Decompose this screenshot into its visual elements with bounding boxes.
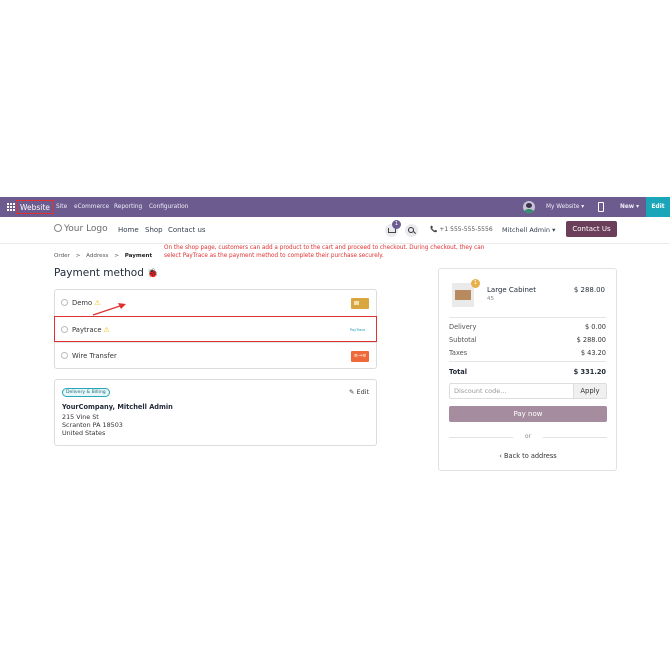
breadcrumb-order[interactable]: Order bbox=[54, 253, 70, 259]
contact-us-button[interactable]: Contact Us bbox=[566, 221, 617, 237]
nav-shop[interactable]: Shop bbox=[145, 226, 163, 234]
address-line: Scranton PA 18503 bbox=[62, 421, 123, 429]
product-image bbox=[452, 283, 474, 307]
my-website-dropdown[interactable]: My Website ▾ bbox=[546, 197, 584, 217]
summary-value: $ 0.00 bbox=[585, 323, 606, 331]
summary-label: Delivery bbox=[449, 323, 477, 331]
or-divider: or bbox=[449, 433, 607, 440]
breadcrumb-address[interactable]: Address bbox=[86, 253, 108, 259]
summary-label: Taxes bbox=[449, 349, 468, 357]
annotation-arrow bbox=[92, 303, 126, 316]
pay-now-button[interactable]: Pay now bbox=[449, 406, 607, 422]
menu-ecommerce[interactable]: eCommerce bbox=[74, 197, 109, 217]
wire-transfer-icon: ≡→≡ bbox=[351, 351, 369, 362]
radio-button[interactable] bbox=[61, 352, 68, 359]
discount-code-input[interactable]: Discount code... bbox=[449, 383, 574, 399]
bug-icon: 🐞 bbox=[147, 269, 159, 279]
search-icon[interactable] bbox=[405, 224, 418, 237]
menu-configuration[interactable]: Configuration bbox=[149, 197, 188, 217]
breadcrumb: Order > Address > Payment bbox=[54, 253, 152, 259]
product-code: 45 bbox=[487, 296, 494, 302]
site-logo[interactable]: Your Logo bbox=[54, 224, 108, 234]
nav-contact-us[interactable]: Contact us bbox=[168, 226, 206, 234]
menu-reporting[interactable]: Reporting bbox=[114, 197, 142, 217]
nav-home[interactable]: Home bbox=[118, 226, 139, 234]
highlight-box bbox=[54, 316, 377, 342]
summary-value: $ 43.20 bbox=[580, 349, 606, 357]
summary-label: Subtotal bbox=[449, 336, 477, 344]
breadcrumb-separator: > bbox=[75, 253, 81, 259]
order-summary: 1 Large Cabinet 45 $ 288.00 Delivery $ 0.… bbox=[438, 268, 617, 471]
admin-bar: Website Site eCommerce Reporting Configu… bbox=[0, 197, 670, 217]
user-dropdown[interactable]: Mitchell Admin ▾ bbox=[502, 226, 555, 234]
breadcrumb-separator: > bbox=[114, 253, 119, 259]
back-to-address-link[interactable]: ‹ Back to address bbox=[449, 452, 607, 460]
menu-site[interactable]: Site bbox=[56, 197, 67, 217]
delivery-billing-badge: Delivery & Billing bbox=[62, 388, 110, 397]
page-title-text: Payment method bbox=[54, 267, 144, 279]
address-line: United States bbox=[62, 429, 106, 437]
user-avatar[interactable] bbox=[523, 201, 535, 213]
edit-button[interactable]: Edit bbox=[646, 197, 670, 217]
mobile-preview-icon[interactable] bbox=[598, 202, 604, 212]
address-name: YourCompany, Mitchell Admin bbox=[62, 403, 173, 411]
cart-icon[interactable]: 1 bbox=[385, 220, 401, 237]
annotation-text: On the shop page, customers can add a pr… bbox=[164, 245, 485, 259]
cart-count-badge: 1 bbox=[392, 220, 401, 229]
edit-address-link[interactable]: ✎ Edit bbox=[349, 388, 369, 396]
payment-option-wire-transfer[interactable]: Wire Transfer ≡→≡ bbox=[55, 343, 376, 370]
payment-label: Wire Transfer bbox=[72, 352, 117, 360]
apply-button[interactable]: Apply bbox=[573, 383, 607, 399]
product-price: $ 288.00 bbox=[573, 286, 605, 294]
page-title: Payment method 🐞 bbox=[54, 267, 158, 279]
summary-row-delivery: Delivery $ 0.00 bbox=[449, 323, 606, 331]
new-button[interactable]: New ▾ bbox=[620, 197, 639, 217]
divider bbox=[449, 361, 606, 362]
radio-button[interactable] bbox=[61, 299, 68, 306]
summary-row-taxes: Taxes $ 43.20 bbox=[449, 349, 606, 357]
summary-row-subtotal: Subtotal $ 288.00 bbox=[449, 336, 606, 344]
summary-row-total: Total $ 331.20 bbox=[449, 368, 606, 376]
address-card: Delivery & Billing ✎ Edit YourCompany, M… bbox=[54, 379, 377, 446]
website-menu[interactable]: Website bbox=[16, 200, 54, 214]
globe-icon bbox=[54, 224, 62, 232]
total-value: $ 331.20 bbox=[573, 368, 606, 376]
apps-grid-icon[interactable] bbox=[6, 202, 15, 211]
phone-number[interactable]: 📞 +1 555-555-5556 bbox=[430, 226, 493, 233]
total-label: Total bbox=[449, 368, 468, 376]
logo-text: Your Logo bbox=[64, 224, 108, 234]
breadcrumb-payment: Payment bbox=[124, 253, 153, 259]
product-name[interactable]: Large Cabinet bbox=[487, 286, 536, 294]
demo-card-icon bbox=[351, 298, 369, 309]
site-header: Your Logo Home Shop Contact us 1 📞 +1 55… bbox=[0, 217, 670, 244]
divider bbox=[449, 317, 606, 318]
summary-value: $ 288.00 bbox=[576, 336, 606, 344]
quantity-badge: 1 bbox=[471, 279, 480, 288]
address-line: 215 Vine St bbox=[62, 413, 99, 421]
